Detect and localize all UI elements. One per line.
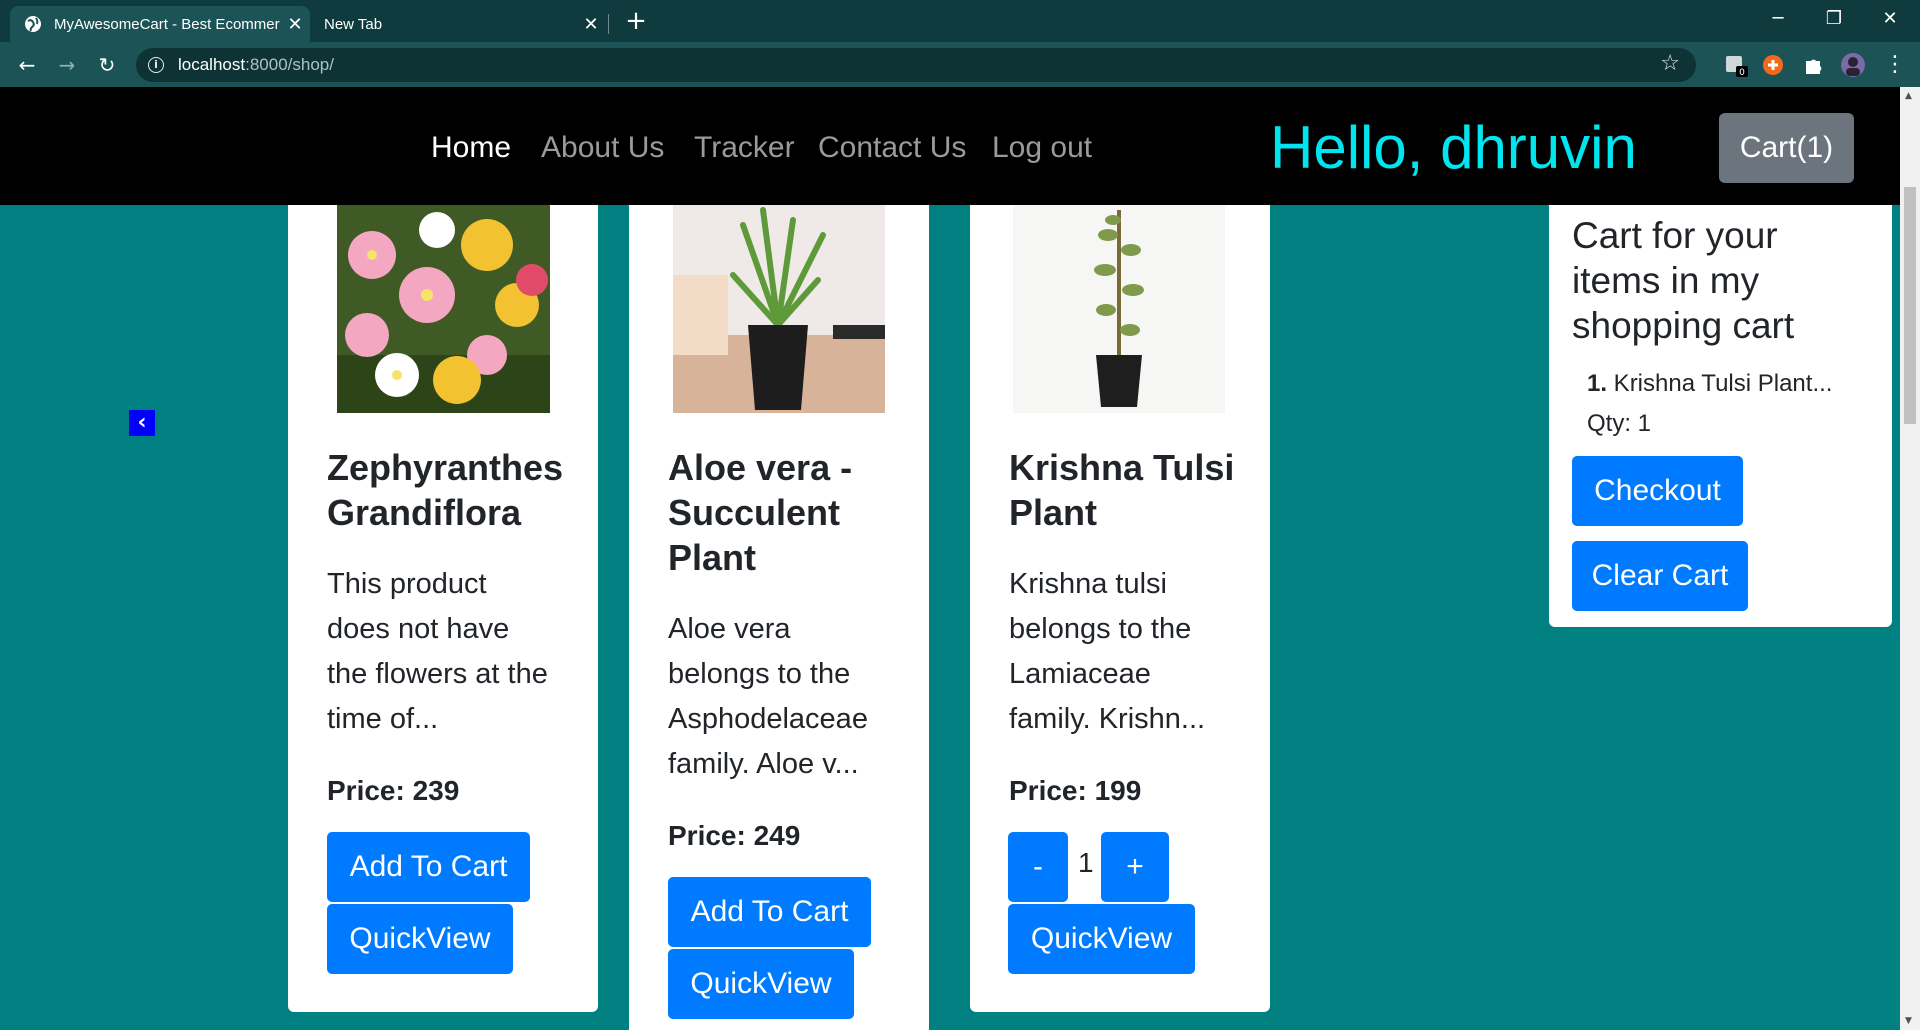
product-description: This product does not have the flowers at … xyxy=(327,568,548,735)
product-title: Krishna Tulsi Plant xyxy=(1009,447,1235,533)
back-arrow-icon[interactable]: ← xyxy=(12,50,42,80)
quickview-button[interactable]: QuickView xyxy=(327,904,513,974)
tab-divider xyxy=(608,14,609,34)
product-description: Krishna tulsi belongs to the Lamiaceae fami… xyxy=(1009,568,1206,735)
cart-popover: Cart for your items in my shopping cart … xyxy=(1549,205,1892,627)
extension-icon[interactable]: 0 xyxy=(1723,52,1749,78)
add-to-cart-button[interactable]: Add To Cart xyxy=(327,832,530,902)
cart-button[interactable]: Cart(1) xyxy=(1719,113,1854,183)
extensions-puzzle-icon[interactable] xyxy=(1800,52,1826,78)
product-image-aloe-vera[interactable] xyxy=(673,205,885,413)
close-tab-icon[interactable]: ✕ xyxy=(576,14,606,35)
browser-menu-icon[interactable]: ⋮ xyxy=(1882,52,1908,78)
browser-tab-new[interactable]: New Tab ✕ xyxy=(310,6,606,42)
product-price: Price: 199 xyxy=(1009,775,1142,806)
user-greeting: Hello, dhruvin xyxy=(1270,114,1637,181)
orange-extension-icon[interactable] xyxy=(1760,52,1786,78)
nav-contact-link[interactable]: Contact Us xyxy=(818,131,966,165)
clear-cart-button[interactable]: Clear Cart xyxy=(1572,541,1748,611)
product-price: Price: 249 xyxy=(668,820,801,851)
page-scrollbar[interactable]: ▲ ▼ xyxy=(1900,87,1920,1030)
cart-item: 1. Krishna Tulsi Plant... xyxy=(1587,370,1833,397)
quantity-value: 1 xyxy=(1078,847,1094,878)
nav-logout-link[interactable]: Log out xyxy=(992,131,1092,165)
scroll-up-icon[interactable]: ▲ xyxy=(1905,91,1912,101)
increase-qty-button[interactable]: + xyxy=(1101,832,1169,902)
nav-about-link[interactable]: About Us xyxy=(541,131,664,165)
svg-text:0: 0 xyxy=(1739,68,1745,78)
nav-home-link[interactable]: Home xyxy=(431,131,511,165)
product-image-zephyranthes[interactable] xyxy=(337,205,550,413)
scrollbar-thumb[interactable] xyxy=(1904,187,1916,424)
close-window-icon[interactable]: ✕ xyxy=(1862,0,1918,40)
product-description: Aloe vera belongs to the Asphodelaceae fami… xyxy=(668,613,868,780)
checkout-button[interactable]: Checkout xyxy=(1572,456,1743,526)
product-card: Zephyranthes Grandiflora This product does… xyxy=(288,205,598,1012)
close-tab-icon[interactable]: ✕ xyxy=(280,14,310,35)
product-card: Aloe vera - Succulent Plant Aloe vera belon… xyxy=(629,205,929,1030)
cart-item-qty: Qty: 1 xyxy=(1587,410,1652,437)
product-title: Aloe vera - Succulent Plant xyxy=(668,447,853,578)
product-price: Price: 239 xyxy=(327,775,460,806)
address-bar[interactable]: i localhost:8000/shop/ ☆ xyxy=(136,48,1696,82)
add-to-cart-button[interactable]: Add To Cart xyxy=(668,877,871,947)
globe-icon xyxy=(25,16,41,32)
forward-arrow-icon[interactable]: → xyxy=(52,50,82,80)
profile-avatar[interactable] xyxy=(1840,52,1866,78)
product-image-krishna-tulsi[interactable] xyxy=(1013,205,1225,413)
quickview-button[interactable]: QuickView xyxy=(1008,904,1195,974)
browser-tab-active[interactable]: MyAwesomeCart - Best Ecommerce ✕ xyxy=(10,6,310,42)
product-title: Zephyranthes Grandiflora xyxy=(327,447,564,533)
quickview-button[interactable]: QuickView xyxy=(668,949,854,1019)
new-tab-plus-icon[interactable]: + xyxy=(622,6,650,36)
product-card: Krishna Tulsi Plant Krishna tulsi belongs … xyxy=(970,205,1270,1012)
reload-icon[interactable]: ↻ xyxy=(92,50,122,80)
nav-tracker-link[interactable]: Tracker xyxy=(694,131,795,165)
url-text: localhost:8000/shop/ xyxy=(178,55,334,74)
cart-popover-title: Cart for your items in my shopping cart xyxy=(1572,215,1795,346)
tab-title: New Tab xyxy=(324,15,383,33)
decrease-qty-button[interactable]: - xyxy=(1008,832,1068,902)
minimize-icon[interactable]: ─ xyxy=(1750,0,1806,40)
site-info-icon[interactable]: i xyxy=(148,57,164,73)
restore-icon[interactable]: ❐ xyxy=(1806,0,1862,40)
tab-title: MyAwesomeCart - Best Ecommerce xyxy=(54,15,280,33)
scroll-down-icon[interactable]: ▼ xyxy=(1905,1016,1912,1026)
carousel-prev-icon[interactable]: ‹ xyxy=(129,410,155,436)
bookmark-star-icon[interactable]: ☆ xyxy=(1660,51,1680,76)
